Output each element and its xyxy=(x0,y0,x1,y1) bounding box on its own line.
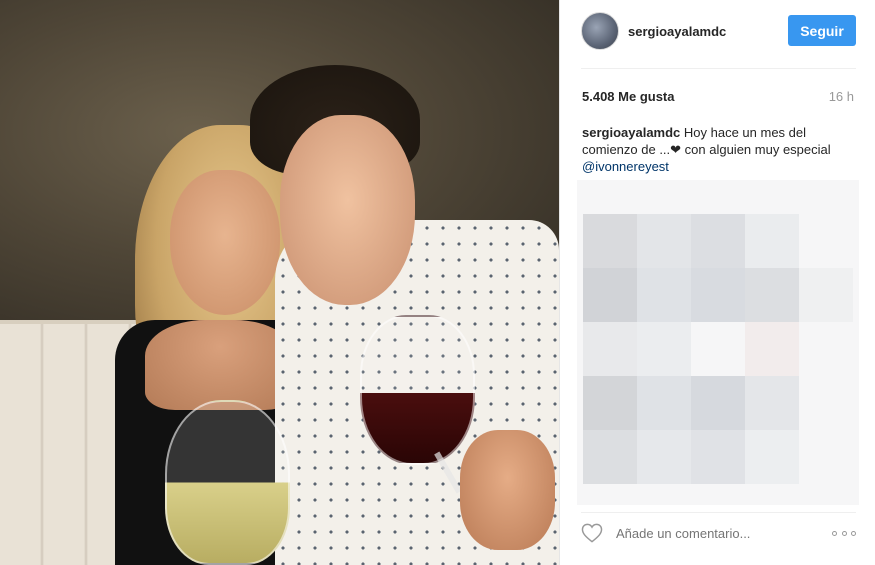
blur-tile xyxy=(745,268,799,322)
blur-tile xyxy=(691,430,745,484)
post-photo[interactable] xyxy=(0,0,559,565)
photo-man-hand xyxy=(460,430,555,550)
blur-tile xyxy=(745,322,799,376)
post-time[interactable]: 16 h xyxy=(829,89,854,104)
comment-input[interactable] xyxy=(616,525,816,541)
blur-tile xyxy=(583,214,637,268)
blur-tile xyxy=(583,322,637,376)
photo-woman-face xyxy=(170,170,280,315)
comment-bar xyxy=(581,520,856,546)
photo-white-wine-glass xyxy=(165,400,290,565)
blur-tile xyxy=(745,214,799,268)
blur-tile xyxy=(637,322,691,376)
caption: sergioayalamdc Hoy hace un mes del comie… xyxy=(582,124,862,175)
follow-button[interactable]: Seguir xyxy=(788,15,856,46)
blur-tile xyxy=(799,268,853,322)
dot-icon xyxy=(841,530,847,536)
blur-tile xyxy=(583,376,637,430)
blur-tile xyxy=(691,268,745,322)
blur-tile xyxy=(637,268,691,322)
avatar[interactable] xyxy=(581,12,619,50)
username[interactable]: sergioayalamdc xyxy=(628,24,726,39)
likes-count[interactable]: 5.408 Me gusta xyxy=(582,89,675,104)
divider xyxy=(581,512,856,513)
post-header: sergioayalamdc Seguir xyxy=(581,11,856,51)
heart-icon[interactable] xyxy=(581,522,605,544)
blur-tile xyxy=(637,430,691,484)
pixelated-comments-area xyxy=(577,180,859,505)
divider xyxy=(581,68,856,69)
blur-tile xyxy=(745,430,799,484)
blur-tile xyxy=(637,214,691,268)
photo-man-face xyxy=(280,115,415,305)
blur-tile xyxy=(691,376,745,430)
caption-username[interactable]: sergioayalamdc xyxy=(582,125,680,140)
blur-tile xyxy=(583,268,637,322)
blur-tile xyxy=(691,214,745,268)
caption-mention[interactable]: @ivonnereyest xyxy=(582,158,862,175)
dot-icon xyxy=(851,530,856,536)
blur-tile xyxy=(745,376,799,430)
dot-icon xyxy=(832,530,837,536)
post-sidebar: sergioayalamdc Seguir 5.408 Me gusta 16 … xyxy=(559,0,875,565)
blur-tile xyxy=(583,430,637,484)
photo-red-wine-glass xyxy=(360,315,475,465)
more-options-icon[interactable] xyxy=(832,528,856,538)
photo-woman-shoulder xyxy=(145,320,295,410)
blur-tile xyxy=(637,376,691,430)
